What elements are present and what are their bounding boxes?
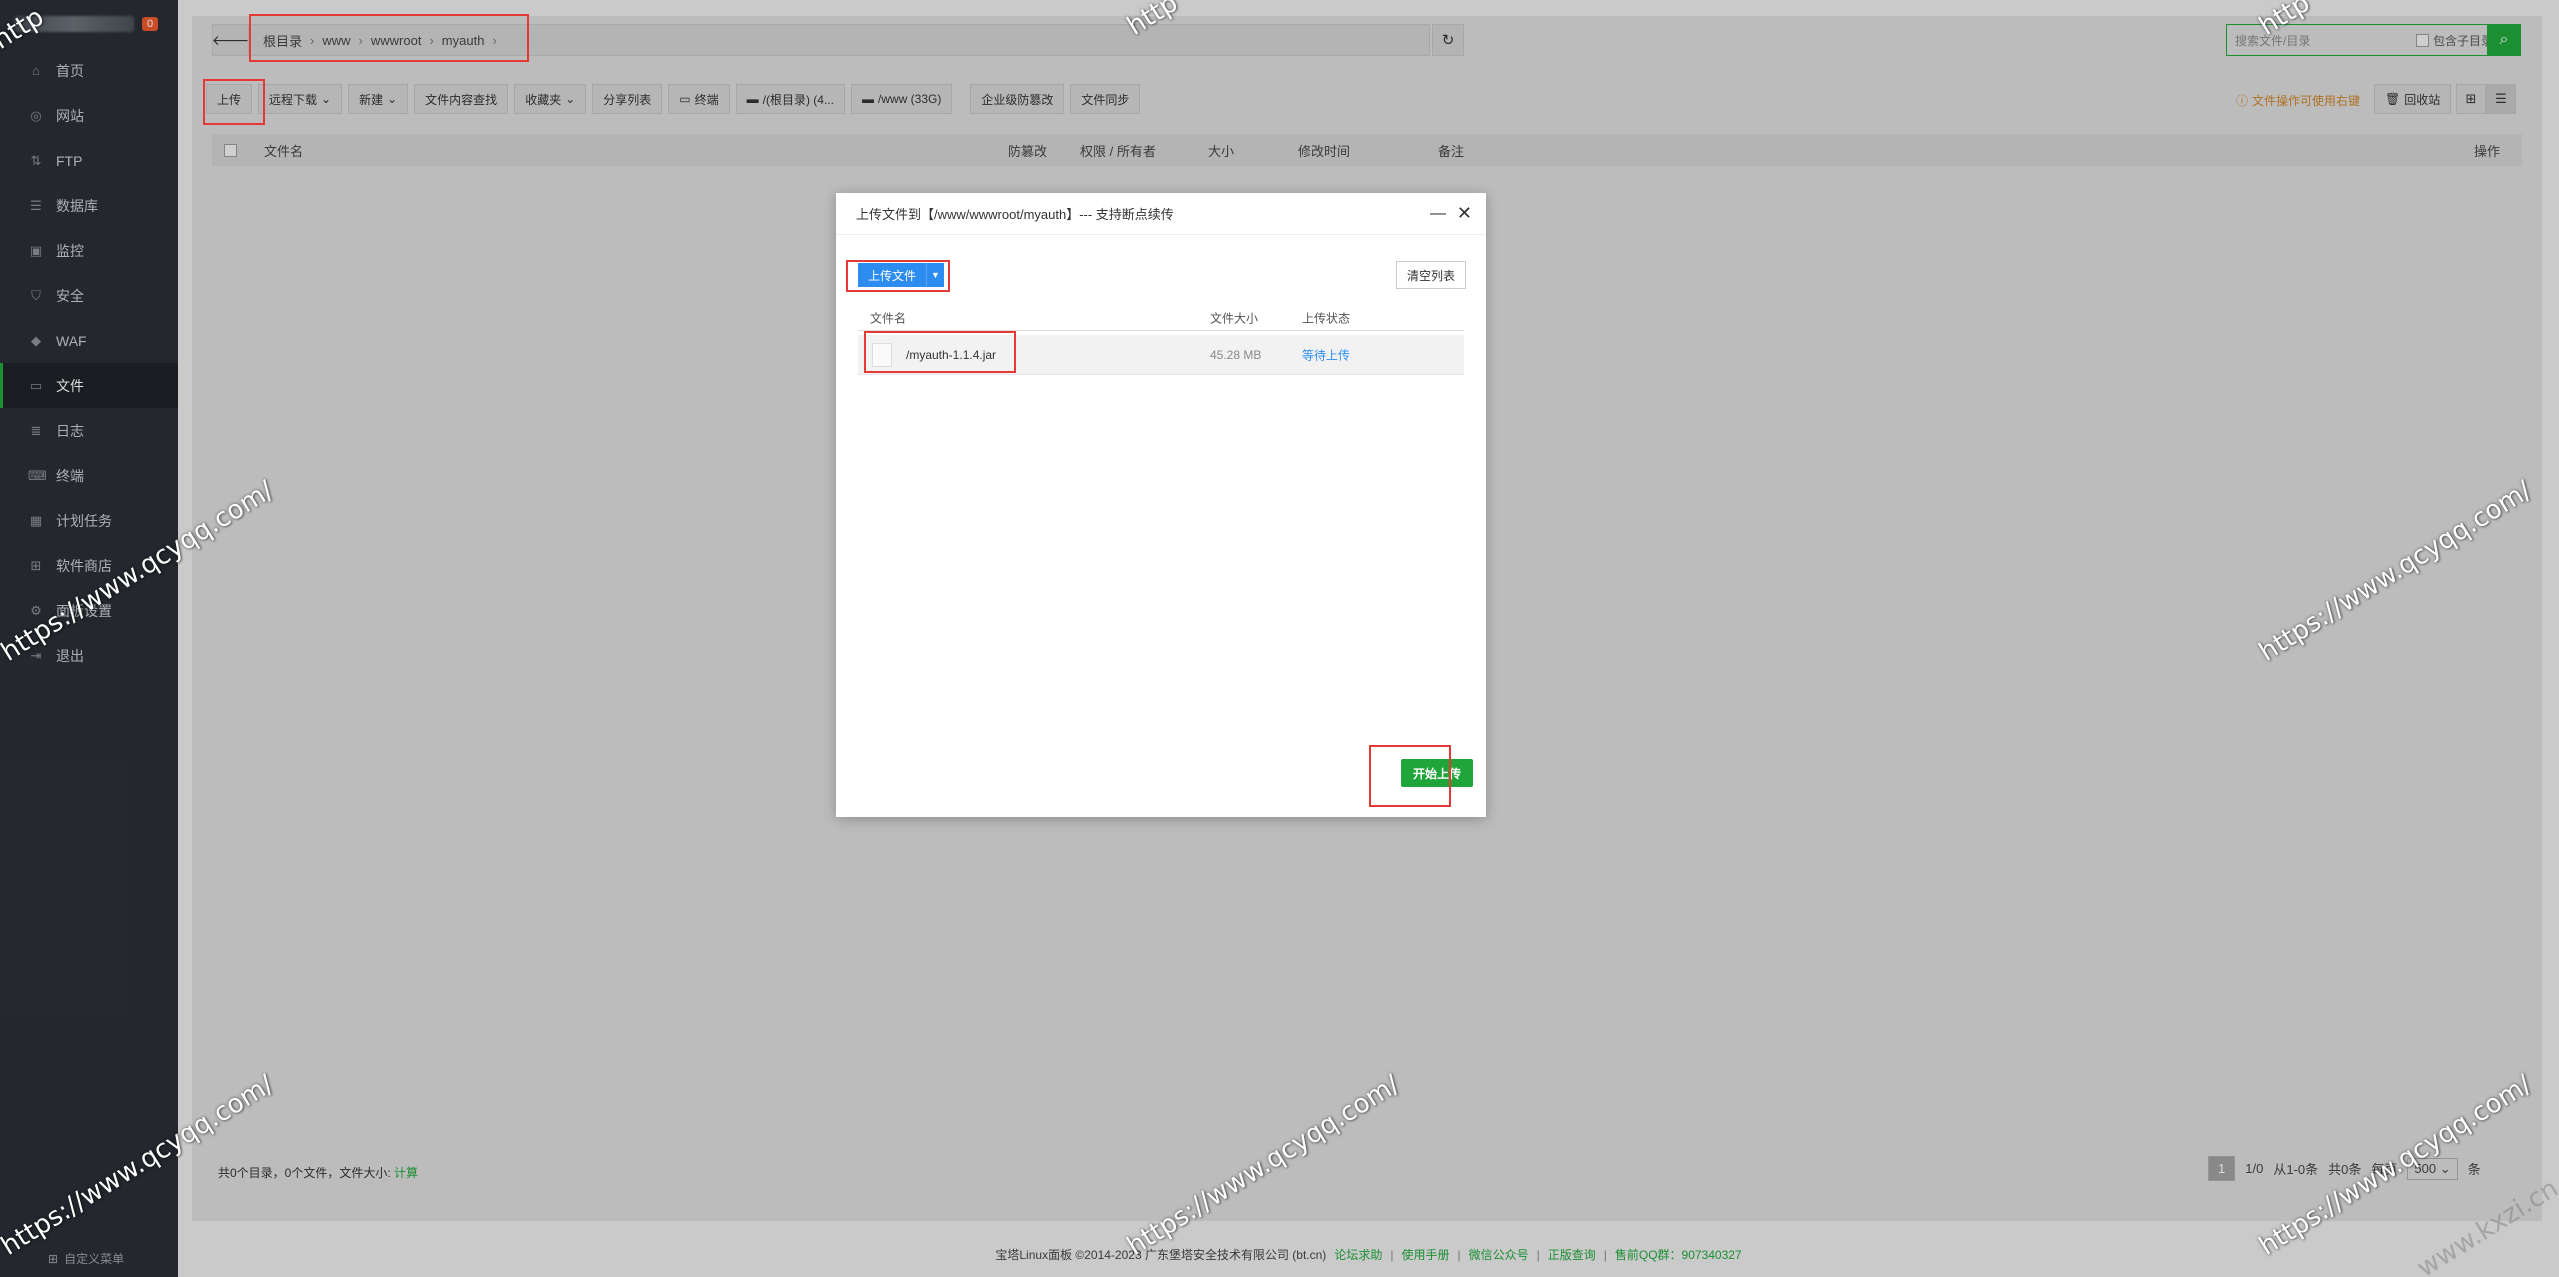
minimize-icon[interactable]: — — [1430, 205, 1446, 223]
upload-table-header: 文件名 文件大小 上传状态 — [858, 305, 1464, 331]
col-upload-size: 文件大小 — [1210, 311, 1259, 325]
annotation-breadcrumb — [249, 14, 529, 62]
annotation-start-upload — [1369, 745, 1451, 807]
close-icon[interactable]: ✕ — [1457, 203, 1472, 224]
dialog-title: 上传文件到【/www/wwwroot/myauth】--- 支持断点续传 — [836, 193, 1486, 235]
upload-file-size: 45.28 MB — [1210, 347, 1262, 362]
upload-dialog: 上传文件到【/www/wwwroot/myauth】--- 支持断点续传 — ✕… — [836, 193, 1486, 817]
annotation-upload-file — [846, 260, 950, 292]
col-upload-status: 上传状态 — [1302, 311, 1351, 325]
annotation-upload — [203, 79, 265, 125]
annotation-file-row — [864, 331, 1016, 373]
clear-list-button[interactable]: 清空列表 — [1395, 261, 1466, 289]
col-upload-name: 文件名 — [870, 311, 907, 325]
upload-file-status: 等待上传 — [1302, 348, 1351, 362]
